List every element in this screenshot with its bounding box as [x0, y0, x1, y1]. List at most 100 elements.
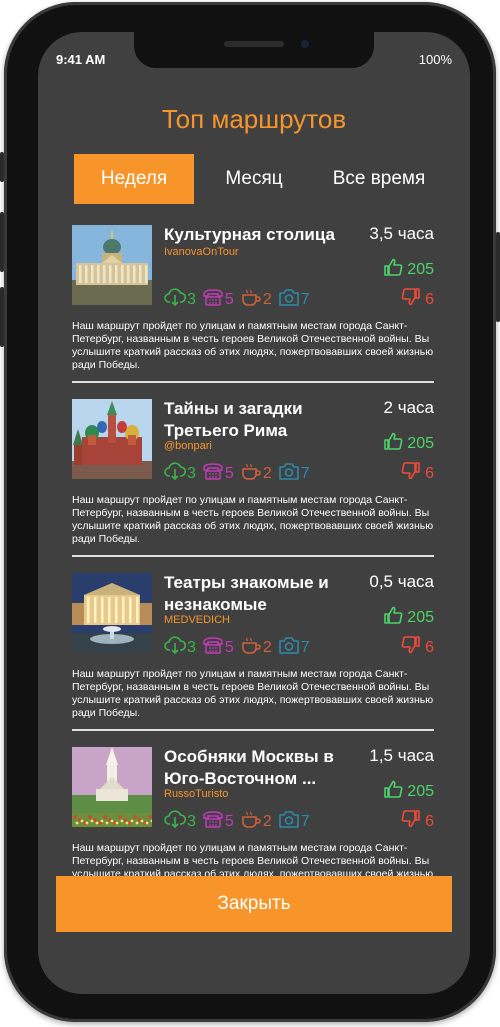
thumbs-down-icon	[401, 810, 421, 833]
cloud-download-icon	[164, 810, 187, 833]
route-thumbnail[interactable]	[72, 225, 152, 305]
downloads-count: 3	[187, 812, 196, 830]
downloads-count: 3	[187, 638, 196, 656]
stat-cafes: 2	[240, 288, 272, 311]
camera-icon	[278, 810, 300, 833]
stat-downloads: 3	[164, 462, 196, 485]
route-card[interactable]: Культурная столица IvanovaOnTour 3,5 час…	[72, 222, 434, 396]
cafes-count: 2	[262, 638, 272, 656]
thumbs-up-icon	[383, 780, 403, 803]
route-title[interactable]: Тайны и загадки Третьего Рима	[164, 398, 354, 442]
coffee-cup-icon	[240, 462, 262, 485]
period-tabs: Неделя Месяц Все время	[74, 154, 444, 204]
downloads-count: 3	[187, 290, 196, 308]
route-stats: 3 5 2 7	[164, 462, 310, 485]
like-count: 205	[407, 260, 434, 278]
stat-downloads: 3	[164, 810, 196, 833]
dislike-button[interactable]: 6	[401, 636, 434, 659]
route-duration: 2 часа	[383, 398, 434, 417]
photos-count: 7	[300, 464, 310, 482]
thumbs-down-icon	[401, 462, 421, 485]
stat-calls: 5	[202, 810, 234, 833]
mute-switch	[0, 152, 4, 182]
photos-count: 7	[300, 812, 310, 830]
close-button[interactable]: Закрыть	[56, 876, 452, 932]
coffee-cup-icon	[240, 810, 262, 833]
route-description: Наш маршрут пройдет по улицам и памятным…	[72, 668, 434, 719]
calls-count: 5	[224, 290, 234, 308]
route-thumbnail[interactable]	[72, 747, 152, 827]
power-button	[496, 232, 500, 322]
phone-icon	[202, 636, 224, 659]
cloud-download-icon	[164, 462, 187, 485]
route-author[interactable]: RussoTuristo	[164, 788, 228, 800]
like-button[interactable]: 205	[383, 258, 434, 281]
stat-photos: 7	[278, 462, 310, 485]
photos-count: 7	[300, 290, 310, 308]
route-card[interactable]: Тайны и загадки Третьего Рима @bonpari 2…	[72, 396, 434, 570]
thumbs-down-icon	[401, 636, 421, 659]
phone-icon	[202, 810, 224, 833]
phone-frame: 9:41 AM 100% Топ маршрутов Неделя Месяц …	[0, 2, 500, 1022]
route-author[interactable]: IvanovaOnTour	[164, 246, 239, 258]
route-title[interactable]: Особняки Москвы в Юго-Восточном ...	[164, 746, 354, 790]
stat-downloads: 3	[164, 288, 196, 311]
speaker	[224, 41, 284, 47]
dislike-count: 6	[425, 638, 434, 656]
route-title[interactable]: Театры знакомые и незнакомые	[164, 572, 354, 616]
divider	[72, 729, 434, 731]
page-title: Топ маршрутов	[161, 104, 347, 134]
status-time: 9:41 AM	[56, 52, 106, 67]
stat-cafes: 2	[240, 462, 272, 485]
tab-all-time[interactable]: Все время	[314, 154, 444, 204]
stat-photos: 7	[278, 810, 310, 833]
coffee-cup-icon	[240, 288, 262, 311]
route-card[interactable]: Театры знакомые и незнакомые MEDVEDICH 0…	[72, 570, 434, 744]
dislike-button[interactable]: 6	[401, 810, 434, 833]
app-screen: 9:41 AM 100% Топ маршрутов Неделя Месяц …	[38, 32, 470, 994]
like-button[interactable]: 205	[383, 780, 434, 803]
stat-cafes: 2	[240, 636, 272, 659]
camera-icon	[278, 462, 300, 485]
tab-month[interactable]: Месяц	[194, 154, 314, 204]
downloads-count: 3	[187, 464, 196, 482]
stat-calls: 5	[202, 462, 234, 485]
route-stats: 3 5 2 7	[164, 288, 310, 311]
route-thumbnail[interactable]	[72, 573, 152, 653]
route-author[interactable]: @bonpari	[164, 440, 212, 452]
like-button[interactable]: 205	[383, 432, 434, 455]
volume-down-button	[0, 287, 4, 347]
tab-week[interactable]: Неделя	[74, 154, 194, 204]
dislike-button[interactable]: 6	[401, 462, 434, 485]
photos-count: 7	[300, 638, 310, 656]
cafes-count: 2	[262, 812, 272, 830]
stat-photos: 7	[278, 288, 310, 311]
route-stats: 3 5 2 7	[164, 810, 310, 833]
stat-calls: 5	[202, 288, 234, 311]
route-thumbnail[interactable]	[72, 399, 152, 479]
thumbs-up-icon	[383, 606, 403, 629]
dislike-count: 6	[425, 290, 434, 308]
like-count: 205	[407, 434, 434, 452]
cloud-download-icon	[164, 288, 187, 311]
stat-cafes: 2	[240, 810, 272, 833]
front-camera	[299, 38, 311, 50]
route-title[interactable]: Культурная столица	[164, 224, 354, 246]
divider	[72, 381, 434, 383]
calls-count: 5	[224, 812, 234, 830]
thumbs-up-icon	[383, 432, 403, 455]
thumbs-down-icon	[401, 288, 421, 311]
status-battery: 100%	[418, 52, 452, 67]
like-count: 205	[407, 782, 434, 800]
route-author[interactable]: MEDVEDICH	[164, 614, 230, 626]
like-button[interactable]: 205	[383, 606, 434, 629]
route-description: Наш маршрут пройдет по улицам и памятным…	[72, 494, 434, 545]
camera-icon	[278, 288, 300, 311]
stat-photos: 7	[278, 636, 310, 659]
route-description: Наш маршрут пройдет по улицам и памятным…	[72, 320, 434, 371]
dislike-button[interactable]: 6	[401, 288, 434, 311]
phone-icon	[202, 462, 224, 485]
route-duration: 0,5 часа	[369, 572, 434, 591]
notch	[134, 32, 374, 68]
coffee-cup-icon	[240, 636, 262, 659]
